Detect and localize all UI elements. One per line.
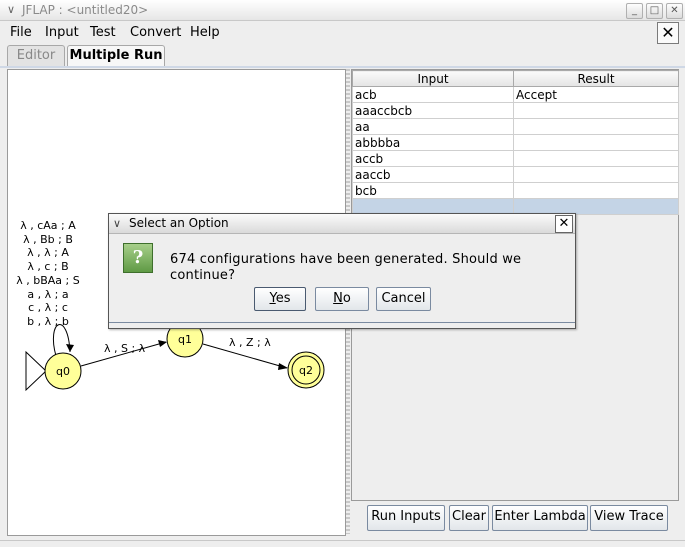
dialog-title: Select an Option xyxy=(129,216,229,230)
table-row[interactable]: aa xyxy=(352,118,679,135)
table-row[interactable]: acb Accept xyxy=(352,86,679,103)
clear-button[interactable]: Clear xyxy=(449,505,489,531)
state-q0-label: q0 xyxy=(56,365,70,378)
menu-file[interactable]: File xyxy=(10,25,32,40)
loop-label-8: b , λ ; b xyxy=(27,315,69,328)
input-cell[interactable]: abbbba xyxy=(352,134,514,151)
loop-label-2: λ , Bb ; B xyxy=(23,233,73,246)
state-q1-label: q1 xyxy=(178,333,192,346)
table-row[interactable]: aaaccbcb xyxy=(352,102,679,119)
tab-strip: Editor Multiple Run xyxy=(0,45,685,67)
result-cell: Accept xyxy=(513,86,679,103)
window-menu-chevron-icon[interactable]: ∨ xyxy=(4,3,18,17)
question-icon: ? xyxy=(123,243,153,273)
option-dialog: ∨ Select an Option ✕ ? 674 configuration… xyxy=(108,213,576,329)
result-cell xyxy=(513,150,679,167)
run-button-bar: Run Inputs Clear Enter Lambda View Trace xyxy=(351,502,677,534)
input-cell[interactable]: bcb xyxy=(352,182,514,199)
input-table: Input Result acb Accept aaaccbcb aa abbbb… xyxy=(352,70,679,215)
input-cell[interactable]: aaaccbcb xyxy=(352,102,514,119)
no-button[interactable]: No xyxy=(315,287,369,311)
view-trace-button[interactable]: View Trace xyxy=(590,505,668,531)
title-bar: ∨ JFLAP : <untitled20> _ □ ✕ xyxy=(0,0,685,21)
input-cell[interactable]: accb xyxy=(352,150,514,167)
window-close-button[interactable]: ✕ xyxy=(666,3,683,19)
loop-label-7: c , λ ; c xyxy=(28,301,68,314)
edge-q1-q2-arrowhead xyxy=(278,363,288,370)
tab-editor[interactable]: Editor xyxy=(7,45,65,66)
menu-bar: File Input Test Convert Help xyxy=(0,21,685,43)
enter-lambda-button[interactable]: Enter Lambda xyxy=(492,505,588,531)
window-title: JFLAP : <untitled20> xyxy=(22,3,149,17)
minimize-button[interactable]: _ xyxy=(626,3,643,19)
close-tab-button[interactable]: ✕ xyxy=(657,22,679,44)
self-loop-labels: λ , cAa ; A λ , Bb ; B λ , λ ; A λ , c ;… xyxy=(16,219,79,328)
state-q0[interactable]: q0 xyxy=(44,352,82,390)
loop-label-1: λ , cAa ; A xyxy=(20,219,76,232)
column-header-input[interactable]: Input xyxy=(352,70,514,87)
self-loop-arrowhead xyxy=(66,344,74,352)
menu-convert[interactable]: Convert xyxy=(130,25,181,40)
result-cell xyxy=(513,166,679,183)
dialog-title-bar[interactable]: ∨ Select an Option ✕ xyxy=(109,214,575,234)
table-row[interactable]: accb xyxy=(352,150,679,167)
column-header-result[interactable]: Result xyxy=(513,70,679,87)
result-cell xyxy=(513,102,679,119)
run-inputs-button[interactable]: Run Inputs xyxy=(367,505,445,531)
self-loop-q0 xyxy=(52,324,71,357)
table-header-row: Input Result xyxy=(352,70,679,87)
state-q2[interactable]: q2 xyxy=(287,351,325,389)
state-q2-label: q2 xyxy=(299,364,313,377)
loop-label-3: λ , λ ; A xyxy=(27,246,69,259)
result-cell xyxy=(513,134,679,151)
table-row[interactable]: aaccb xyxy=(352,166,679,183)
no-mnemonic: N xyxy=(333,291,343,306)
dialog-menu-chevron-icon[interactable]: ∨ xyxy=(113,216,121,231)
table-row[interactable]: abbbba xyxy=(352,134,679,151)
menu-input[interactable]: Input xyxy=(45,25,79,40)
input-cell[interactable]: aa xyxy=(352,118,514,135)
edge-q1-q2-label: λ , Z ; λ xyxy=(229,336,271,349)
input-cell[interactable]: aaccb xyxy=(352,166,514,183)
cancel-button[interactable]: Cancel xyxy=(376,287,431,311)
yes-label: es xyxy=(275,291,291,306)
yes-button[interactable]: Yes xyxy=(254,287,306,311)
loop-label-5: λ , bBAa ; S xyxy=(16,274,79,287)
maximize-button[interactable]: □ xyxy=(646,3,663,19)
input-cell[interactable]: acb xyxy=(352,86,514,103)
edge-q0-q1-arrowhead xyxy=(158,340,167,347)
initial-state-marker xyxy=(25,350,47,392)
dialog-close-button[interactable]: ✕ xyxy=(555,215,573,233)
menu-help[interactable]: Help xyxy=(190,25,220,40)
no-label: o xyxy=(342,291,351,306)
result-cell xyxy=(513,182,679,199)
menu-test[interactable]: Test xyxy=(90,25,116,40)
loop-label-6: a , λ ; a xyxy=(27,288,68,301)
loop-label-4: λ , c ; B xyxy=(27,260,68,273)
dialog-bottom-edge xyxy=(109,322,575,327)
result-cell xyxy=(513,118,679,135)
tab-multiple-run[interactable]: Multiple Run xyxy=(67,45,165,66)
edge-q0-q1-label: λ , S ; λ xyxy=(104,342,146,355)
tab-underline xyxy=(0,66,685,68)
dialog-message: 674 configurations have been generated. … xyxy=(170,252,522,283)
table-row[interactable]: bcb xyxy=(352,182,679,199)
